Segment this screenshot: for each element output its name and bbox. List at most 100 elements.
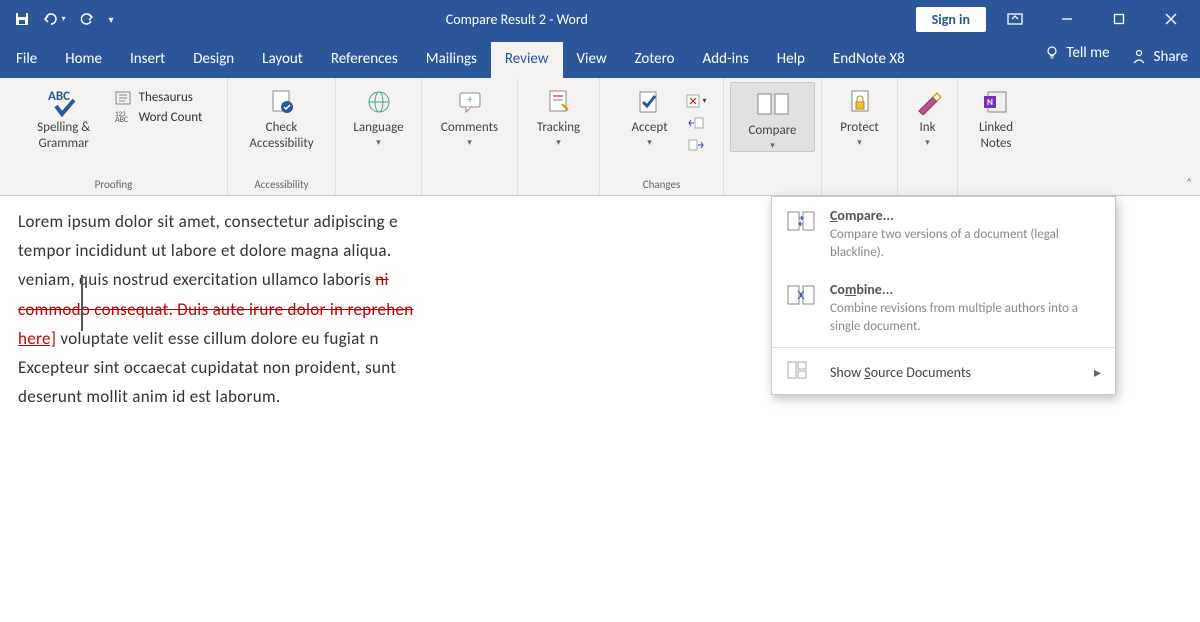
tab-file[interactable]: File [4,42,51,78]
inserted-text: here] [18,328,56,349]
wordcount-label: Word Count [139,110,203,126]
share-icon [1130,48,1148,66]
thesaurus-button[interactable]: Thesaurus [115,90,203,106]
group-tracking: Tracking ▾ [518,78,600,195]
menu-separator [772,347,1115,348]
share-button[interactable]: Share [1130,48,1188,66]
changes-group-label: Changes [606,175,717,195]
compare-button[interactable]: Compare ▾ [730,82,815,152]
previous-change-button[interactable] [685,114,707,132]
tab-references[interactable]: References [317,42,412,78]
compare-icon [755,87,791,123]
tab-help[interactable]: Help [763,42,819,78]
accept-icon [635,84,665,120]
tab-review[interactable]: Review [491,42,563,78]
compare-dropdown-menu: CCompare...ompare... Compare two version… [771,196,1116,395]
menu-combine-desc: Combine revisions from multiple authors … [830,300,1101,335]
next-change-button[interactable] [685,136,707,154]
tab-zotero[interactable]: Zotero [621,42,689,78]
tab-design[interactable]: Design [179,42,248,78]
undo-icon [42,11,60,27]
wordcount-button[interactable]: ABC123 Word Count [115,110,203,126]
menu-compare-desc: Compare two versions of a document (lega… [830,226,1101,261]
signin-button[interactable]: Sign in [916,7,986,32]
close-button[interactable] [1148,3,1194,35]
collapse-ribbon-button[interactable]: ˄ [1186,176,1192,189]
reject-icon [685,93,703,109]
accept-button[interactable]: Accept ▾ [617,82,683,148]
tell-me-label: Tell me [1066,44,1109,62]
protect-label: Protect [840,120,878,136]
reject-button[interactable]: ▾ [685,92,707,110]
ribbon-tabs: File Home Insert Design Layout Reference… [0,38,1200,78]
minimize-icon [1061,13,1073,25]
tell-me-search[interactable]: Tell me [1044,44,1109,70]
thesaurus-label: Thesaurus [139,90,193,106]
doc-text: voluptate velit esse cillum dolore eu fu… [56,328,379,349]
save-button[interactable] [8,5,36,33]
comments-label: Comments [441,120,498,136]
minimize-button[interactable] [1044,3,1090,35]
doc-text: Excepteur sint occaecat cupidatat non pr… [18,357,396,378]
linked-notes-button[interactable]: N Linked Notes [964,82,1028,151]
show-source-icon [786,360,816,384]
group-comments: + Comments ▾ [422,78,518,195]
tracking-icon [546,84,572,120]
next-icon [687,138,705,152]
chevron-right-icon: ▸ [1094,364,1101,381]
save-icon [14,11,30,27]
chevron-down-icon: ▾ [647,138,652,149]
ribbon-display-options[interactable] [992,3,1038,35]
onenote-icon: N [982,84,1010,120]
menu-show-source[interactable]: Show Source Documents ▸ [772,350,1115,394]
group-onenote: N Linked Notes [958,78,1034,195]
menu-show-source-label: Show Source Documents [830,364,971,381]
undo-button[interactable]: ▾ [40,5,68,33]
tab-layout[interactable]: Layout [248,42,317,78]
accessibility-group-label: Accessibility [234,175,329,195]
group-protect: Protect ▾ [822,78,898,195]
language-button[interactable]: Language ▾ [344,82,414,148]
group-language: Language ▾ [336,78,422,195]
menu-compare[interactable]: CCompare...ompare... Compare two version… [772,197,1115,271]
accessibility-label: Check Accessibility [249,120,313,151]
compare-menu-icon [786,207,816,261]
chevron-down-icon: ▾ [925,138,930,149]
redo-button[interactable] [72,5,100,33]
tab-home[interactable]: Home [51,42,116,78]
tab-addins[interactable]: Add-ins [689,42,763,78]
wordcount-icon: ABC123 [115,110,133,126]
menu-combine[interactable]: Combine... Combine revisions from multip… [772,271,1115,345]
doc-text: Lorem ipsum dolor sit amet, consectetur … [18,211,398,232]
ink-button[interactable]: Ink ▾ [904,82,951,148]
tab-insert[interactable]: Insert [116,42,179,78]
combine-menu-icon [786,281,816,335]
comment-icon: + [456,84,484,120]
svg-text:N: N [987,97,993,108]
maximize-button[interactable] [1096,3,1142,35]
qat-customize[interactable]: ▾ [104,5,118,33]
chevron-down-icon: ▾ [857,138,862,149]
menu-combine-title: Combine... [830,281,1101,298]
tab-mailings[interactable]: Mailings [412,42,491,78]
revision-bar[interactable] [81,275,83,331]
group-accessibility: Check Accessibility Accessibility [228,78,336,195]
protect-button[interactable]: Protect ▾ [828,82,891,148]
svg-text:123: 123 [115,110,126,118]
check-accessibility-button[interactable]: Check Accessibility [234,82,329,151]
tab-view[interactable]: View [563,42,621,78]
chevron-down-icon: ▾ [467,138,472,149]
tab-endnote[interactable]: EndNote X8 [819,42,919,78]
compare-label: Compare [748,123,796,139]
ribbon: ABC Spelling & Grammar Thesaurus ABC123 … [0,78,1200,196]
group-ink: Ink ▾ [898,78,958,195]
spelling-grammar-button[interactable]: ABC Spelling & Grammar [25,82,103,151]
proofing-group-label: Proofing [6,175,221,195]
document-body[interactable]: Lorem ipsum dolor sit amet, consectetur … [18,208,413,412]
share-label: Share [1154,48,1188,66]
comments-button[interactable]: + Comments ▾ [428,82,511,148]
tracking-button[interactable]: Tracking ▾ [524,82,593,148]
language-label: Language [353,120,403,136]
spelling-label: Spelling & Grammar [37,120,90,151]
spellcheck-icon: ABC [44,84,84,120]
